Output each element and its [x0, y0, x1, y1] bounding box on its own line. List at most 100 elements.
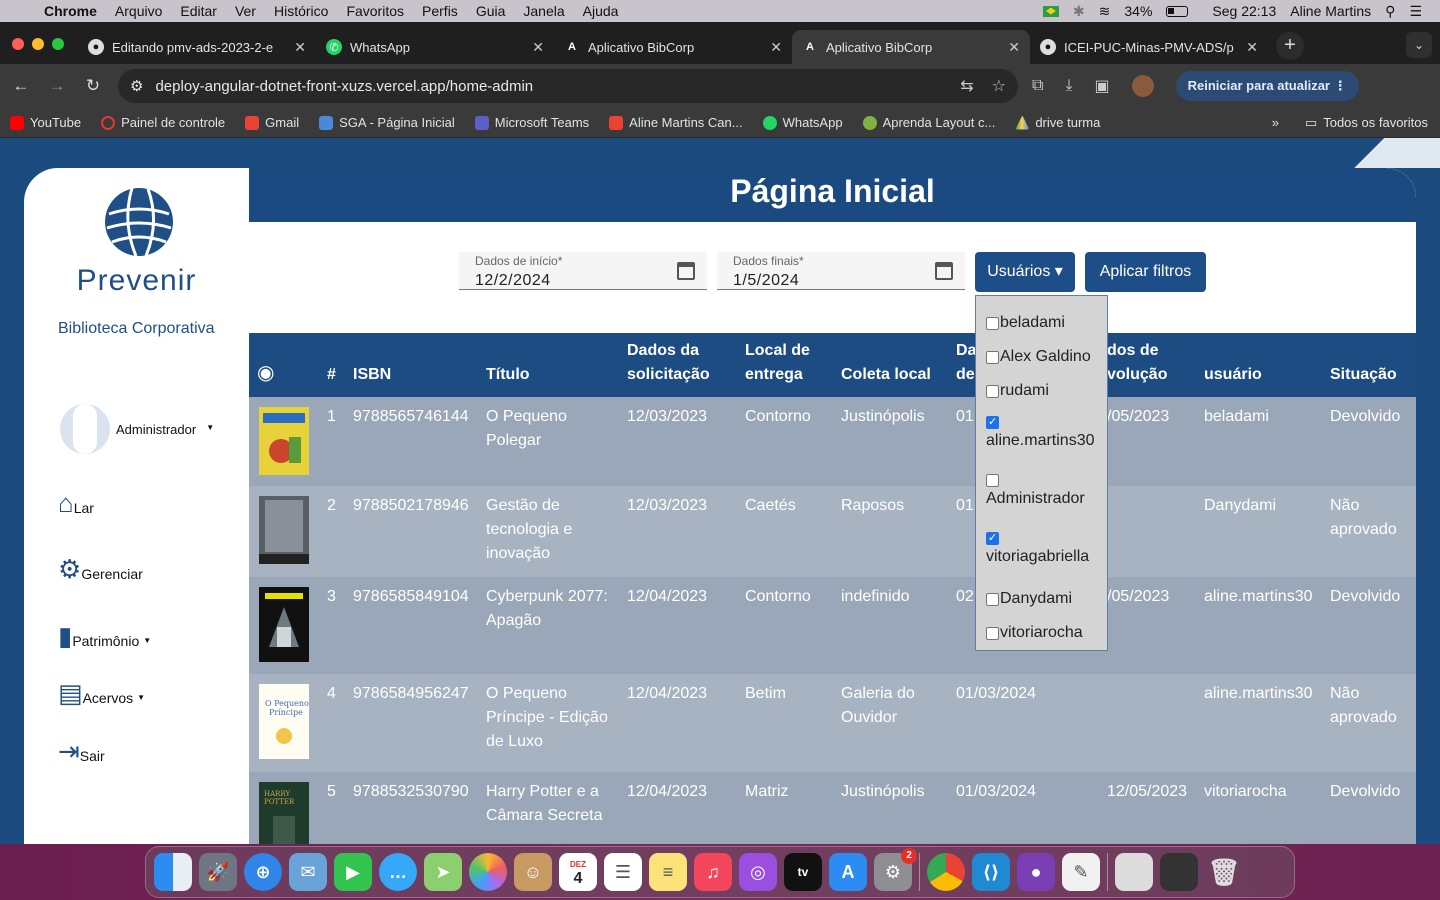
user-option[interactable]: Danydami [986, 582, 1097, 616]
document-thumbnail-icon[interactable] [1115, 853, 1153, 891]
nav-item-sair[interactable]: ⇥ Sair [58, 738, 105, 764]
bookmark-aline[interactable]: Aline Martins Can... [609, 115, 743, 130]
spotlight-search-icon[interactable]: ⚲ [1385, 3, 1395, 20]
clock[interactable]: Seg 22:13 [1212, 3, 1276, 19]
more-bookmarks-icon[interactable]: » [1272, 115, 1279, 130]
control-center-icon[interactable]: ☰ [1409, 3, 1422, 20]
photos-icon[interactable] [469, 853, 507, 891]
download-icon[interactable]: ⤓ [1065, 77, 1072, 95]
translate-icon[interactable]: ⇆ [960, 76, 973, 96]
reload-icon[interactable]: ↻ [82, 76, 104, 96]
table-row[interactable]: 3 9786585849104 Cyberpunk 2077: Apagão 1… [249, 577, 1416, 674]
close-tab-icon[interactable]: ✕ [532, 39, 544, 56]
menu-favoritos[interactable]: Favoritos [346, 3, 404, 19]
back-icon[interactable]: ← [10, 76, 32, 96]
table-row[interactable]: 2 9788502178946 Gestão de tecnologia e i… [249, 486, 1416, 577]
calendar-icon[interactable] [935, 262, 953, 280]
calendar-icon[interactable]: DEZ 4 [559, 853, 597, 891]
checkbox-checked[interactable] [986, 531, 999, 546]
eye-icon[interactable]: ◉ [257, 362, 274, 384]
maximize-window-icon[interactable] [52, 38, 64, 50]
visibility-column[interactable]: ◉ [249, 333, 315, 397]
side-panel-icon[interactable]: ▣ [1095, 76, 1110, 96]
checkbox[interactable] [986, 316, 999, 330]
menu-perfis[interactable]: Perfis [422, 3, 458, 19]
checkbox-checked[interactable] [986, 415, 999, 430]
minimize-window-icon[interactable] [32, 38, 44, 50]
tab-search-chevron-icon[interactable]: ⌄ [1406, 32, 1432, 58]
contacts-icon[interactable]: ☺ [514, 853, 552, 891]
bluetooth-icon[interactable]: ✱ [1073, 3, 1085, 20]
new-tab-icon[interactable]: + [1276, 32, 1304, 60]
browser-tab[interactable]: A Aplicativo BibCorp ✕ [554, 30, 792, 64]
bookmark-layout[interactable]: Aprenda Layout c... [862, 115, 995, 130]
checkbox[interactable] [986, 592, 999, 606]
textedit-icon[interactable]: ✎ [1062, 853, 1100, 891]
github-desktop-icon[interactable]: ● [1017, 853, 1055, 891]
nav-item-gerenciar[interactable]: ⚙ Gerenciar [58, 556, 143, 582]
bookmark-gmail[interactable]: Gmail [245, 115, 299, 130]
calendar-icon[interactable] [677, 262, 695, 280]
app-store-icon[interactable]: A [829, 853, 867, 891]
table-row[interactable]: 1 9788565746144 O Pequeno Polegar 12/03/… [249, 397, 1416, 486]
table-row[interactable]: HARRY POTTER 5 9788532530790 Harry Potter… [249, 772, 1416, 844]
menu-janela[interactable]: Janela [523, 3, 564, 19]
start-date-value[interactable]: 12/2/2024 [475, 272, 551, 290]
user-option[interactable]: Administrador [986, 466, 1097, 524]
battery-icon[interactable] [1166, 5, 1189, 17]
checkbox[interactable] [986, 474, 999, 488]
close-window-icon[interactable] [12, 38, 24, 50]
url-text[interactable]: deploy-angular-dotnet-front-xuzs.vercel.… [155, 78, 533, 95]
close-tab-icon[interactable]: ✕ [1008, 39, 1020, 56]
close-tab-icon[interactable]: ✕ [294, 39, 306, 56]
menu-ajuda[interactable]: Ajuda [583, 3, 619, 19]
safari-icon[interactable]: ⊕ [244, 853, 282, 891]
user-option[interactable]: beladami [986, 306, 1097, 340]
user-option[interactable]: Alex Galdino [986, 340, 1097, 374]
user-name[interactable]: Aline Martins [1290, 3, 1371, 19]
maps-icon[interactable]: ➤ [424, 853, 462, 891]
end-date-value[interactable]: 1/5/2024 [733, 272, 799, 290]
close-tab-icon[interactable]: ✕ [770, 39, 782, 56]
user-option[interactable]: vitoriagabriella [986, 524, 1097, 582]
bookmark-whatsapp[interactable]: WhatsApp [762, 115, 843, 130]
nav-item-acervos[interactable]: ▤ Acervos ▼ [58, 680, 145, 706]
users-filter-button[interactable]: Usuários ▾ [975, 252, 1075, 292]
menu-arquivo[interactable]: Arquivo [115, 3, 162, 19]
checkbox[interactable] [986, 626, 999, 640]
close-tab-icon[interactable]: ✕ [1246, 39, 1258, 56]
bookmark-painel[interactable]: Painel de controle [101, 115, 225, 130]
mail-icon[interactable]: ✉ [289, 853, 327, 891]
user-option[interactable]: rudami [986, 374, 1097, 408]
system-settings-icon[interactable]: ⚙ 2 [874, 848, 917, 891]
input-source-flag-icon[interactable] [1042, 5, 1059, 17]
launchpad-icon[interactable]: 🚀 [199, 853, 237, 891]
notes-icon[interactable]: ≡ [649, 853, 687, 891]
browser-tab[interactable]: ✆ WhatsApp ✕ [316, 30, 554, 64]
bookmark-youtube[interactable]: YouTube [10, 115, 81, 130]
wifi-icon[interactable]: ≋ [1099, 3, 1111, 20]
checkbox[interactable] [986, 384, 999, 398]
podcasts-icon[interactable]: ◎ [739, 853, 777, 891]
bookmark-teams[interactable]: Microsoft Teams [474, 115, 589, 130]
forward-icon[interactable]: → [46, 76, 68, 96]
menu-editar[interactable]: Editar [180, 3, 217, 19]
checkbox[interactable] [986, 350, 999, 364]
menu-ver[interactable]: Ver [235, 3, 256, 19]
menu-historico[interactable]: Histórico [274, 3, 328, 19]
facetime-icon[interactable]: ▶ [334, 853, 372, 891]
terminal-thumbnail-icon[interactable] [1160, 853, 1198, 891]
user-option[interactable]: vitoriarocha [986, 616, 1097, 650]
nav-item-patrimonio[interactable]: ▮ Patrimônio ▼ [58, 623, 151, 649]
bookmark-sga[interactable]: SGA - Página Inicial [319, 115, 455, 130]
apple-tv-icon[interactable]: tv [784, 853, 822, 891]
browser-tab[interactable]: ● ICEI-PUC-Minas-PMV-ADS/p ✕ [1030, 30, 1268, 64]
user-menu[interactable]: Administrador ▼ [60, 404, 214, 454]
reminders-icon[interactable]: ☰ [604, 853, 642, 891]
end-date-field[interactable]: Dados finais* 1/5/2024 [717, 252, 965, 290]
profile-avatar[interactable] [1131, 75, 1154, 97]
bookmark-drive[interactable]: drive turma [1015, 115, 1100, 130]
bookmark-star-icon[interactable]: ☆ [992, 76, 1006, 96]
finder-icon[interactable] [154, 853, 192, 891]
trash-icon[interactable]: 🗑 [1205, 853, 1243, 891]
